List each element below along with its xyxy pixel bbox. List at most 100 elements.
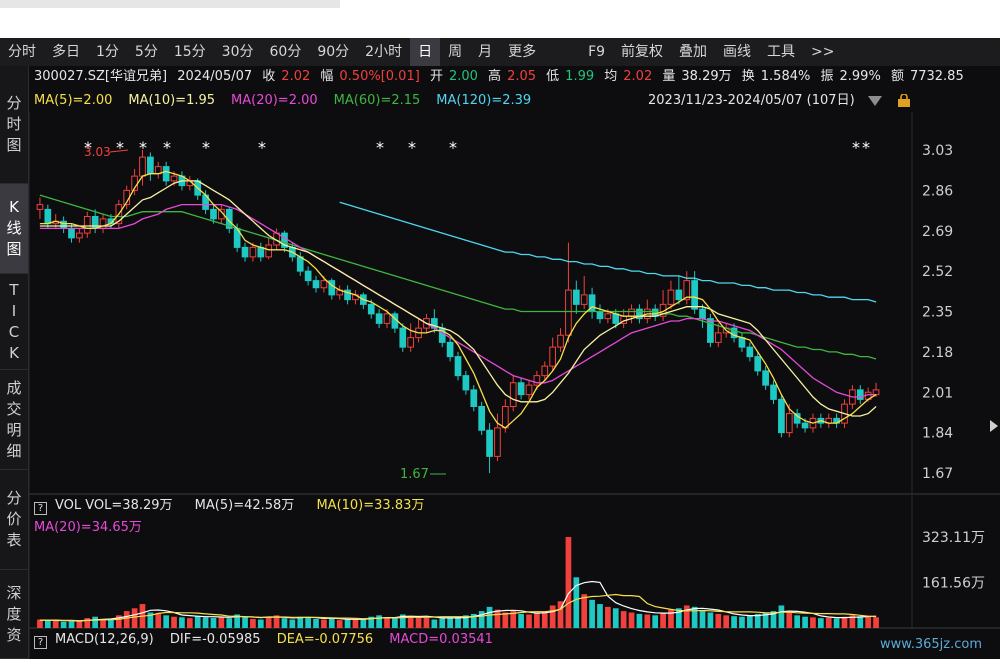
vol-ma10: MA(10)=33.83万 xyxy=(316,498,425,513)
candle-body xyxy=(139,156,146,177)
volume-bar xyxy=(660,612,666,628)
signal-marker: * xyxy=(449,138,457,157)
candle-body xyxy=(375,313,383,324)
candle-body xyxy=(699,308,706,320)
volume-bar xyxy=(447,617,453,628)
vol-tick-label: 323.11万 xyxy=(922,530,985,546)
candle-body xyxy=(296,256,304,272)
price-tick-label: 1.67 xyxy=(922,466,953,482)
candle-body xyxy=(565,289,572,336)
vol-label: VOL VOL=38.29万 xyxy=(55,498,173,513)
macd-settings-icon[interactable]: ? xyxy=(34,636,47,649)
volume-bar xyxy=(691,606,698,628)
candle-body xyxy=(44,208,52,225)
candle-body xyxy=(604,313,612,320)
volume-bar xyxy=(636,613,643,628)
price-tick-label: 2.86 xyxy=(922,183,953,199)
candle-body xyxy=(557,334,564,348)
volume-bar xyxy=(589,599,595,628)
candle-body xyxy=(596,311,604,320)
signal-marker: * xyxy=(408,138,416,157)
volume-bar xyxy=(242,616,248,628)
price-tick-label: 2.52 xyxy=(922,264,953,280)
volume-bar xyxy=(739,616,745,628)
volume-bar xyxy=(281,618,288,628)
volume-bar xyxy=(108,620,114,628)
volume-bar xyxy=(715,613,722,628)
candle-body xyxy=(407,337,415,348)
candle-body xyxy=(446,341,454,358)
macd-dea: DEA=-0.07756 xyxy=(276,632,374,647)
volume-bar xyxy=(360,619,367,628)
volume-bar xyxy=(605,606,611,628)
candle-body xyxy=(478,406,486,431)
candle-body xyxy=(580,294,588,305)
vol-legend-ma20: MA(20)=34.65万 xyxy=(34,518,142,538)
volume-bar xyxy=(802,616,808,628)
volume-bar xyxy=(305,617,311,628)
candle-body xyxy=(785,413,793,434)
volume-bar xyxy=(194,616,201,628)
volume-bar xyxy=(210,617,217,628)
price-tick-label: 3.03 xyxy=(922,143,953,159)
volume-bar xyxy=(265,617,272,628)
volume-bar xyxy=(699,611,706,628)
candle-body xyxy=(628,308,635,317)
macd-title: MACD(12,26,9) xyxy=(55,632,154,647)
price-tick-label: 2.18 xyxy=(922,345,953,361)
candle-body xyxy=(501,406,509,429)
volume-bar xyxy=(384,618,390,628)
volume-bar xyxy=(620,611,627,628)
volume-bar xyxy=(344,619,351,628)
volume-bar xyxy=(52,620,59,628)
vol-ma5: MA(5)=42.58万 xyxy=(194,498,295,513)
volume-bar xyxy=(486,606,493,628)
volume-bar xyxy=(257,619,264,628)
volume-bar xyxy=(321,619,327,628)
volume-bar xyxy=(652,615,659,628)
volume-bar xyxy=(155,613,162,628)
candle-body xyxy=(210,208,217,220)
volume-bar xyxy=(171,616,177,628)
volume-bar xyxy=(297,616,304,628)
candle-body xyxy=(541,365,549,377)
volume-bar xyxy=(376,615,382,628)
volume-bar xyxy=(60,621,67,628)
volume-bar xyxy=(494,609,501,628)
volume-bar xyxy=(250,618,256,628)
candle-body xyxy=(856,389,864,400)
volume-bar xyxy=(612,608,619,628)
volume-bar xyxy=(723,615,730,628)
ma10-line xyxy=(39,180,877,417)
volume-bar xyxy=(707,612,714,628)
macd-legend: ? MACD(12,26,9) DIF=-0.05985 DEA=-0.07756… xyxy=(34,630,493,650)
candle-body xyxy=(76,232,83,239)
candle-body xyxy=(399,327,407,348)
scroll-right-icon[interactable] xyxy=(990,420,998,432)
vol-ma5-line xyxy=(39,580,877,622)
candle-body xyxy=(83,216,91,234)
volume-bar xyxy=(534,613,540,628)
volume-bar xyxy=(37,619,43,628)
candle-body xyxy=(770,384,777,400)
volume-bar xyxy=(68,621,75,628)
candle-body xyxy=(801,422,809,429)
volume-bar xyxy=(123,611,130,628)
volume-bar xyxy=(597,604,603,628)
candle-body xyxy=(383,313,391,324)
candle-body xyxy=(675,289,683,301)
candle-body xyxy=(170,175,178,182)
signal-marker: * xyxy=(116,138,124,157)
signal-marker: * xyxy=(202,138,210,157)
candle-body xyxy=(762,370,769,386)
vol-settings-icon[interactable]: ? xyxy=(34,502,47,515)
kline-chart[interactable]: 3.032.862.692.522.352.182.011.841.67* * * *… xyxy=(0,0,1000,659)
candle-body xyxy=(872,389,880,396)
volume-bar xyxy=(431,619,438,628)
candle-body xyxy=(494,427,501,457)
volume-bar xyxy=(423,617,430,628)
volume-bar xyxy=(226,618,233,628)
volume-bar xyxy=(100,619,106,628)
candle-body xyxy=(470,389,478,407)
volume-bar xyxy=(644,614,651,628)
